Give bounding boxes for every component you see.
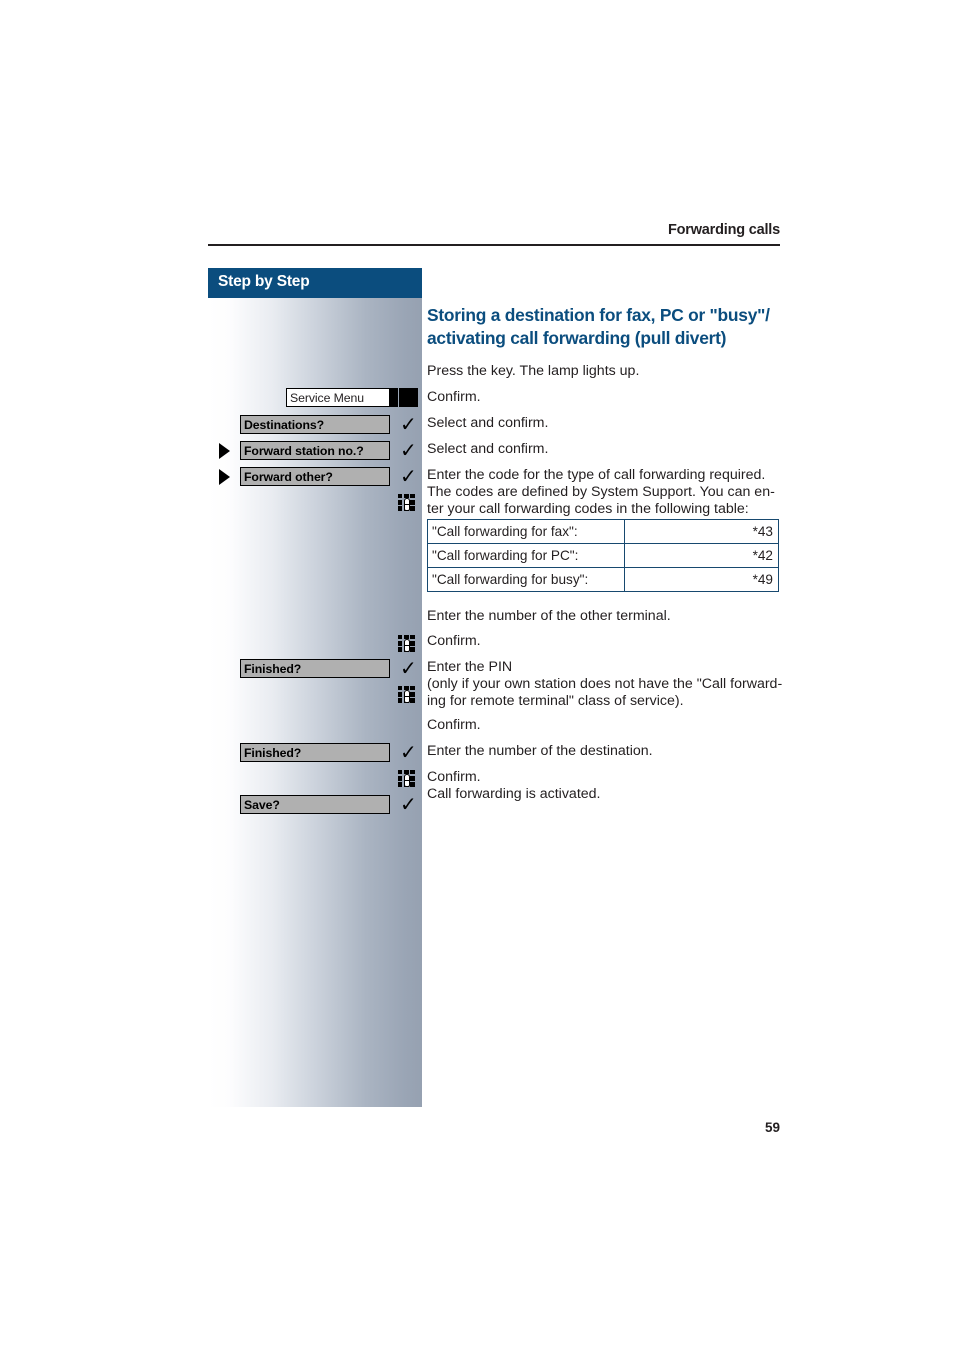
step-text-enter-pin-line-1: Enter the PIN xyxy=(427,659,513,675)
finished-marker-1: ✓ xyxy=(396,656,422,681)
check-icon: ✓ xyxy=(400,740,417,764)
check-icon: ✓ xyxy=(400,656,417,680)
table-row: "Call forwarding for busy": *49 xyxy=(427,567,780,592)
destinations-key[interactable]: Destinations? xyxy=(240,415,390,434)
step-text-enter-code-line-3: ter your call forwarding codes in the fo… xyxy=(427,501,749,517)
save-marker: ✓ xyxy=(396,792,422,817)
keypad-icon xyxy=(398,635,415,653)
step-text-confirm-2: Confirm. xyxy=(427,633,481,649)
header-rule xyxy=(208,244,780,246)
select-arrow-icon xyxy=(219,469,230,485)
forward-other-label: Forward other? xyxy=(244,469,333,484)
sidebar-row-enter-other-number xyxy=(208,634,422,656)
save-label: Save? xyxy=(244,797,280,812)
step-text-enter-code-line-2: The codes are defined by System Support.… xyxy=(427,484,775,500)
step-text-select-confirm-2: Select and confirm. xyxy=(427,441,549,457)
code-value-fax: *43 xyxy=(623,519,780,544)
page-title: Storing a destination for fax, PC or "bu… xyxy=(427,304,787,349)
step-text-enter-other-number: Enter the number of the other terminal. xyxy=(427,608,671,624)
sidebar-row-finished-2: Finished? ✓ xyxy=(208,740,422,765)
sidebar-row-destinations: Destinations? ✓ xyxy=(208,412,422,437)
keypad-icon xyxy=(398,686,415,704)
forwarding-codes-table: "Call forwarding for fax": *43 "Call for… xyxy=(427,519,780,592)
step-by-step-sidebar: Step by Step Service Menu Destinations? … xyxy=(208,268,422,1107)
destinations-marker: ✓ xyxy=(396,412,422,437)
forward-station-no-key[interactable]: Forward station no.? xyxy=(240,441,390,460)
forward-other-key[interactable]: Forward other? xyxy=(240,467,390,486)
check-icon: ✓ xyxy=(400,438,417,462)
enter-code-marker xyxy=(396,493,422,515)
sidebar-header: Step by Step xyxy=(208,268,422,298)
step-text-enter-pin-line-2: (only if your own station does not have … xyxy=(427,676,783,692)
save-key[interactable]: Save? xyxy=(240,795,390,814)
sidebar-body: Service Menu Destinations? ✓ Forward sta… xyxy=(208,298,422,1107)
code-label-fax: "Call forwarding for fax": xyxy=(427,519,625,544)
service-menu-lamp-bar xyxy=(390,388,398,407)
keypad-icon xyxy=(398,770,415,788)
step-text-confirm-3: Confirm. xyxy=(427,717,481,733)
check-icon: ✓ xyxy=(400,792,417,816)
finished-label-1: Finished? xyxy=(244,661,302,676)
page-number: 59 xyxy=(764,1120,780,1135)
code-label-busy: "Call forwarding for busy": xyxy=(427,567,625,592)
check-icon: ✓ xyxy=(400,464,417,488)
finished-label-2: Finished? xyxy=(244,745,302,760)
forward-other-marker: ✓ xyxy=(396,464,422,489)
step-text-enter-destination: Enter the number of the destination. xyxy=(427,743,653,759)
table-row: "Call forwarding for fax": *43 xyxy=(427,519,780,544)
step-text-press-key: Press the key. The lamp lights up. xyxy=(427,363,640,379)
select-arrow-icon xyxy=(219,443,230,459)
sidebar-row-forward-station-no: Forward station no.? ✓ xyxy=(208,438,422,463)
destinations-label: Destinations? xyxy=(244,417,325,432)
step-text-confirm-4-line-1: Confirm. xyxy=(427,769,481,785)
sidebar-header-label: Step by Step xyxy=(218,273,310,290)
running-head: Forwarding calls xyxy=(667,222,780,238)
enter-destination-marker xyxy=(396,769,422,791)
check-icon: ✓ xyxy=(400,412,417,436)
finished-marker-2: ✓ xyxy=(396,740,422,765)
service-menu-label: Service Menu xyxy=(290,390,364,405)
finished-key-1[interactable]: Finished? xyxy=(240,659,390,678)
code-label-pc: "Call forwarding for PC": xyxy=(427,543,625,568)
step-text-confirm-4-line-2: Call forwarding is activated. xyxy=(427,786,601,802)
enter-pin-marker xyxy=(396,685,422,707)
sidebar-row-save: Save? ✓ xyxy=(208,792,422,817)
code-value-pc: *42 xyxy=(623,543,780,568)
step-text-select-confirm-1: Select and confirm. xyxy=(427,415,549,431)
code-value-busy: *49 xyxy=(623,567,780,592)
sidebar-row-forward-other: Forward other? ✓ xyxy=(208,464,422,489)
sidebar-row-enter-code xyxy=(208,493,422,515)
sidebar-row-finished-1: Finished? ✓ xyxy=(208,656,422,681)
sidebar-row-enter-pin xyxy=(208,685,422,707)
forward-station-no-marker: ✓ xyxy=(396,438,422,463)
sidebar-row-service-menu: Service Menu xyxy=(208,388,422,410)
enter-other-number-marker xyxy=(396,634,422,656)
keypad-icon xyxy=(398,494,415,512)
finished-key-2[interactable]: Finished? xyxy=(240,743,390,762)
step-text-enter-pin-line-3: ing for remote terminal" class of servic… xyxy=(427,693,684,709)
service-menu-lamp-key-icon[interactable] xyxy=(399,388,418,407)
forward-station-no-label: Forward station no.? xyxy=(244,443,364,458)
page-title-text: Storing a destination for fax, PC or "bu… xyxy=(427,305,770,348)
sidebar-row-enter-destination xyxy=(208,769,422,791)
service-menu-key[interactable]: Service Menu xyxy=(286,388,390,407)
table-row: "Call forwarding for PC": *42 xyxy=(427,543,780,568)
step-text-confirm-1: Confirm. xyxy=(427,389,481,405)
step-text-enter-code-line-1: Enter the code for the type of call forw… xyxy=(427,467,766,483)
